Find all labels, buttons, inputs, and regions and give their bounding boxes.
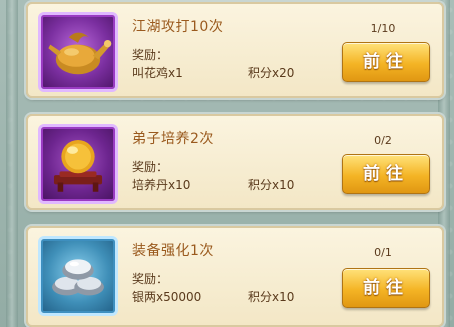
reward-points: 积分x10 [248, 178, 295, 192]
go-button[interactable]: 前往 [342, 268, 430, 308]
golden-pill-icon [38, 124, 118, 204]
reward-label: 奖励： [132, 160, 169, 174]
go-button[interactable]: 前往 [342, 154, 430, 194]
task-progress: 0/1 [374, 246, 392, 259]
task-card: 江湖攻打10次 奖励： 叫花鸡x1 积分x20 1/10 前往 [26, 2, 444, 98]
task-card: 装备强化1次 奖励： 银两x50000 积分x10 0/1 前往 [26, 226, 444, 327]
task-progress: 1/10 [370, 22, 396, 35]
reward-points: 积分x10 [248, 290, 295, 304]
reward-label: 奖励： [132, 48, 169, 62]
reward-item: 叫花鸡x1 [132, 66, 183, 80]
task-title: 弟子培养2次 [132, 131, 214, 147]
task-card: 弟子培养2次 奖励： 培养丹x10 积分x10 0/2 前往 [26, 114, 444, 210]
task-title: 江湖攻打10次 [132, 19, 224, 35]
reward-item: 培养丹x10 [132, 178, 191, 192]
task-title: 装备强化1次 [132, 243, 214, 259]
roast-chicken-icon [38, 12, 118, 92]
reward-label: 奖励： [132, 272, 169, 286]
reward-item: 银两x50000 [132, 290, 202, 304]
task-progress: 0/2 [374, 134, 392, 147]
silver-ingot-icon [38, 236, 118, 316]
go-button[interactable]: 前往 [342, 42, 430, 82]
left-border-ornament [6, 0, 18, 327]
reward-points: 积分x20 [248, 66, 295, 80]
